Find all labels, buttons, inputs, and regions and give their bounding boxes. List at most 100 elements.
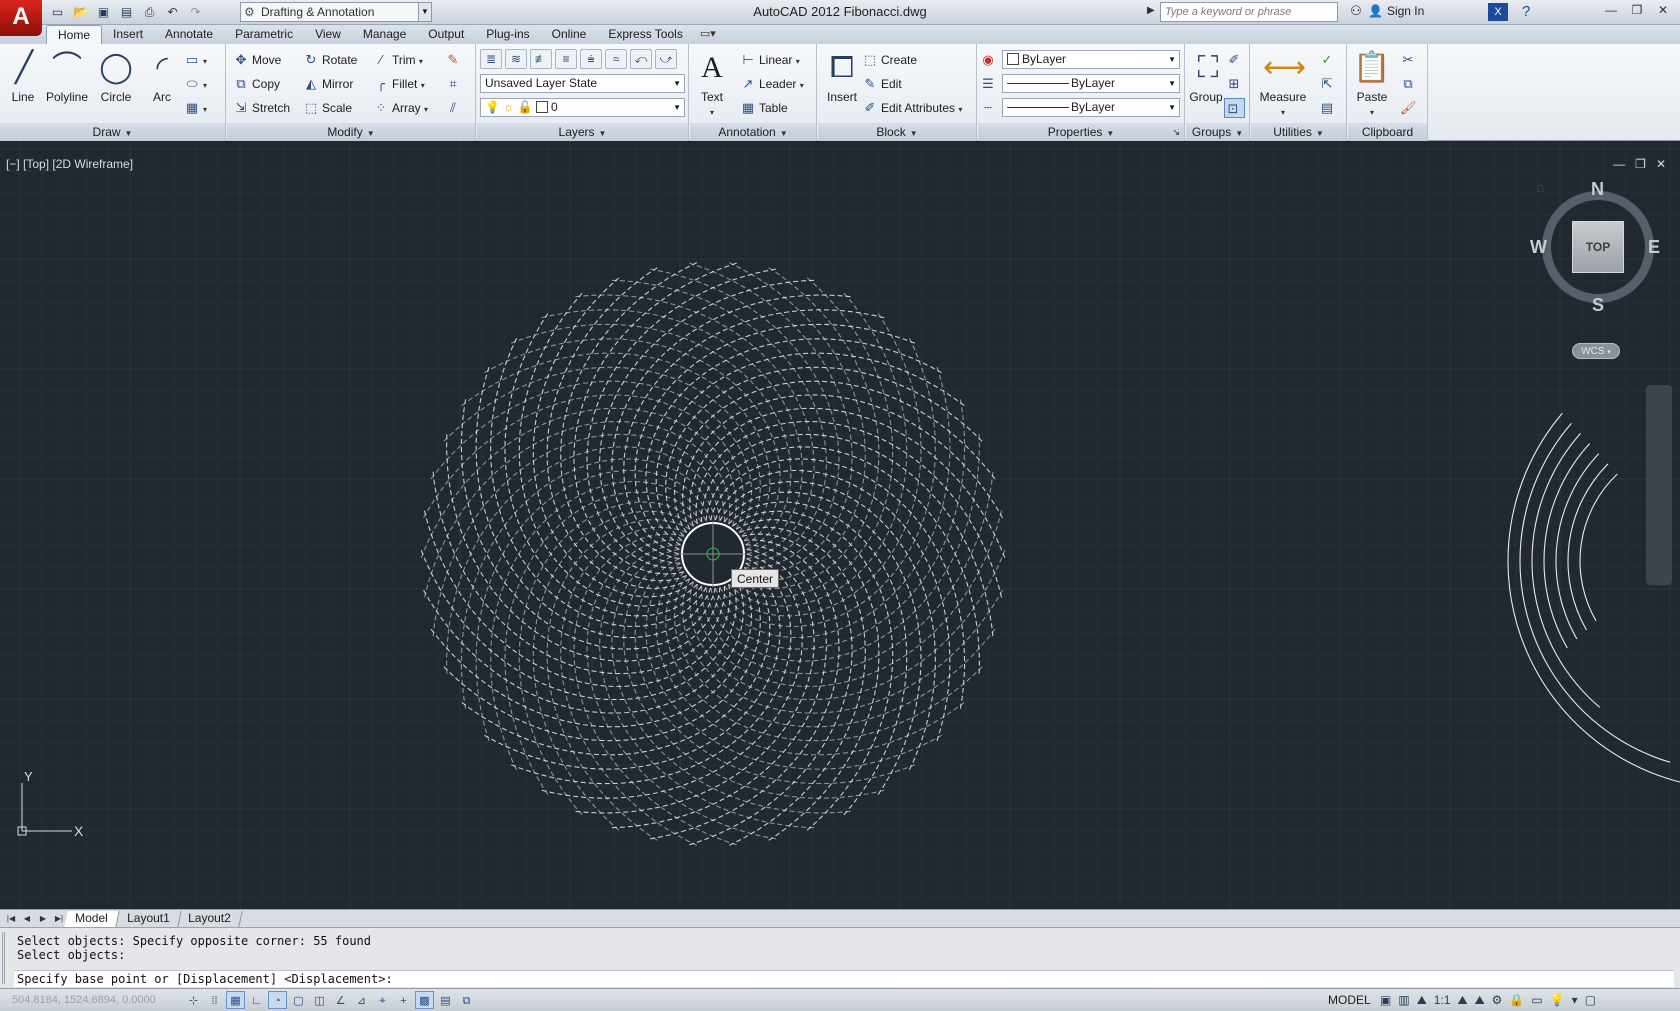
saveas-icon[interactable]: ▤	[117, 3, 136, 22]
tab-insert[interactable]: Insert	[102, 25, 154, 44]
circle-button[interactable]: ◯ Circle	[96, 48, 136, 104]
annotation-scale-icon[interactable]: ⛰	[1415, 991, 1429, 1009]
rotate-button[interactable]: ↻ Rotate	[303, 50, 358, 70]
auto-scale-icon[interactable]: ⛰	[1473, 991, 1487, 1009]
next-layout-icon[interactable]: ▶	[36, 912, 50, 925]
tab-view[interactable]: View	[304, 25, 352, 44]
group-selection-button[interactable]: ⊡	[1224, 98, 1245, 118]
layer-lock-icon[interactable]: ⤻	[655, 49, 677, 69]
ribbon-minimize-icon[interactable]: ▭▾	[694, 25, 722, 44]
annotation-scale-value[interactable]: 1:1	[1432, 991, 1453, 1009]
array-button[interactable]: ⁘ Array ▾	[373, 98, 428, 118]
search-expand-icon[interactable]: ▶	[1147, 5, 1155, 16]
layout-tab-layout1[interactable]: Layout1	[115, 911, 182, 927]
grid-display-icon[interactable]: ▦	[226, 991, 245, 1009]
calculator-button[interactable]: ▤	[1319, 98, 1338, 118]
dialog-launcher-icon[interactable]: ↘	[1172, 123, 1180, 141]
ortho-mode-icon[interactable]: ∟	[247, 991, 266, 1009]
quick-select-button[interactable]: ✓	[1319, 50, 1338, 70]
linear-button[interactable]: ⊢ Linear ▾	[740, 50, 799, 70]
layer-unisolate-icon[interactable]: ≈	[605, 49, 627, 69]
clean-screen-icon[interactable]: ▢	[1583, 991, 1598, 1009]
match-properties-button[interactable]: ◉	[980, 50, 999, 70]
leader-button[interactable]: ↗ Leader ▾	[740, 74, 804, 94]
cut-button[interactable]: ✂	[1400, 50, 1419, 70]
fillet-button[interactable]: ╭ Fillet ▾	[373, 74, 425, 94]
erase-button[interactable]: ✎	[445, 50, 464, 70]
tab-parametric[interactable]: Parametric	[224, 25, 304, 44]
tab-online[interactable]: Online	[541, 25, 598, 44]
last-layout-icon[interactable]: ▶|	[52, 912, 66, 925]
ungroup-button[interactable]: ✐	[1226, 50, 1245, 70]
lineweight-toggle-icon[interactable]: +	[394, 991, 413, 1009]
layer-freeze-icon[interactable]: ≡	[555, 49, 577, 69]
lineweight-dropdown[interactable]: ByLayer ▼	[1002, 74, 1180, 93]
groups-panel-title[interactable]: Groups ▼	[1186, 123, 1249, 141]
status-menu-icon[interactable]: ▾	[1570, 991, 1580, 1009]
exchange-icon[interactable]: X	[1488, 3, 1508, 21]
close-icon[interactable]: ✕	[1656, 157, 1666, 171]
table-button[interactable]: ▦ Table	[740, 98, 788, 118]
search-input[interactable]: Type a keyword or phrase	[1160, 2, 1338, 22]
workspace-switching-icon[interactable]: ⚙	[1490, 991, 1505, 1009]
layout-tab-model[interactable]: Model	[64, 911, 120, 927]
properties-panel-title[interactable]: Properties ▼ ↘	[978, 123, 1184, 141]
annotation-visibility-icon[interactable]: ⛰	[1455, 991, 1469, 1009]
compass-west[interactable]: W	[1530, 237, 1547, 258]
dynamic-input-icon[interactable]: ⌖	[373, 991, 392, 1009]
first-layout-icon[interactable]: |◀	[4, 912, 18, 925]
restore-icon[interactable]: ❐	[1635, 157, 1646, 171]
ellipse-button[interactable]: ⬭ ▾	[184, 74, 207, 94]
annotation-panel-title[interactable]: Annotation ▼	[690, 123, 816, 141]
workspace-dropdown[interactable]: ⚙ Drafting & Annotation ▼	[240, 2, 430, 22]
prev-layout-icon[interactable]: ◀	[20, 912, 34, 925]
layer-isolate-icon[interactable]: ≋	[505, 49, 527, 69]
minimize-icon[interactable]: —	[1613, 157, 1625, 171]
hatch-button[interactable]: ▦ ▾	[184, 98, 207, 118]
lock-ui-icon[interactable]: 🔒	[1507, 991, 1526, 1009]
object-snap-icon[interactable]: ▢	[289, 991, 308, 1009]
edit-block-button[interactable]: ✎ Edit	[862, 74, 902, 94]
polar-tracking-icon[interactable]: ◔	[268, 991, 287, 1009]
infer-constraints-icon[interactable]: ⊹	[184, 991, 203, 1009]
edit-attributes-button[interactable]: ✐ Edit Attributes ▾	[862, 98, 963, 118]
measure-button[interactable]: ⟷ Measure ▾	[1255, 48, 1311, 118]
stretch-button[interactable]: ⇲ Stretch	[233, 98, 290, 118]
open-icon[interactable]: 📂	[71, 3, 90, 22]
layer-previous-icon[interactable]: ⤺	[630, 49, 652, 69]
copy-clip-button[interactable]: ⧉	[1400, 74, 1419, 94]
compass-south[interactable]: S	[1592, 295, 1604, 316]
group-button[interactable]: ⛶ Group	[1188, 48, 1224, 104]
isolate-objects-icon[interactable]: 💡	[1548, 991, 1567, 1009]
compass-east[interactable]: E	[1648, 237, 1660, 258]
selection-cycling-icon[interactable]: ⧉	[457, 991, 476, 1009]
layer-dropdown[interactable]: 💡 ☼ 🔓 0 ▼	[480, 98, 685, 117]
snap-mode-icon[interactable]: ⁞⁞	[205, 991, 224, 1009]
drawing-canvas[interactable]	[0, 141, 1680, 909]
group-edit-button[interactable]: ⊞	[1226, 74, 1245, 94]
layer-properties-icon[interactable]: ≣	[480, 49, 502, 69]
create-block-button[interactable]: ⬚ Create	[862, 50, 917, 70]
undo-icon[interactable]: ↶	[163, 3, 182, 22]
quick-view-layouts-icon[interactable]: ▣	[1378, 991, 1393, 1009]
block-panel-title[interactable]: Block ▼	[818, 123, 976, 141]
move-button[interactable]: ✥ Move	[233, 50, 282, 70]
color-dropdown[interactable]: ByLayer ▼	[1002, 50, 1180, 69]
help-icon[interactable]: ?	[1522, 3, 1530, 20]
quick-properties-icon[interactable]: ▤	[436, 991, 455, 1009]
save-icon[interactable]: ▣	[94, 3, 113, 22]
tab-manage[interactable]: Manage	[352, 25, 417, 44]
compass-north[interactable]: N	[1591, 179, 1604, 200]
coordinate-readout[interactable]: 504.8184, 1524.6894, 0.0000	[12, 994, 156, 1006]
layer-match-icon[interactable]: ⩧	[580, 49, 602, 69]
linetype-icon-button[interactable]: ┄	[980, 98, 999, 118]
application-menu-button[interactable]: A	[0, 0, 42, 36]
tab-plugins[interactable]: Plug-ins	[475, 25, 540, 44]
text-button[interactable]: A Text ▾	[692, 48, 732, 118]
command-input[interactable]: Specify base point or [Displacement] <Di…	[14, 970, 1674, 987]
restore-button[interactable]: ❐	[1624, 0, 1650, 20]
minimize-button[interactable]: —	[1598, 0, 1624, 20]
tab-express-tools[interactable]: Express Tools	[597, 25, 693, 44]
command-window-grip[interactable]	[2, 932, 12, 984]
3d-object-snap-icon[interactable]: ◫	[310, 991, 329, 1009]
